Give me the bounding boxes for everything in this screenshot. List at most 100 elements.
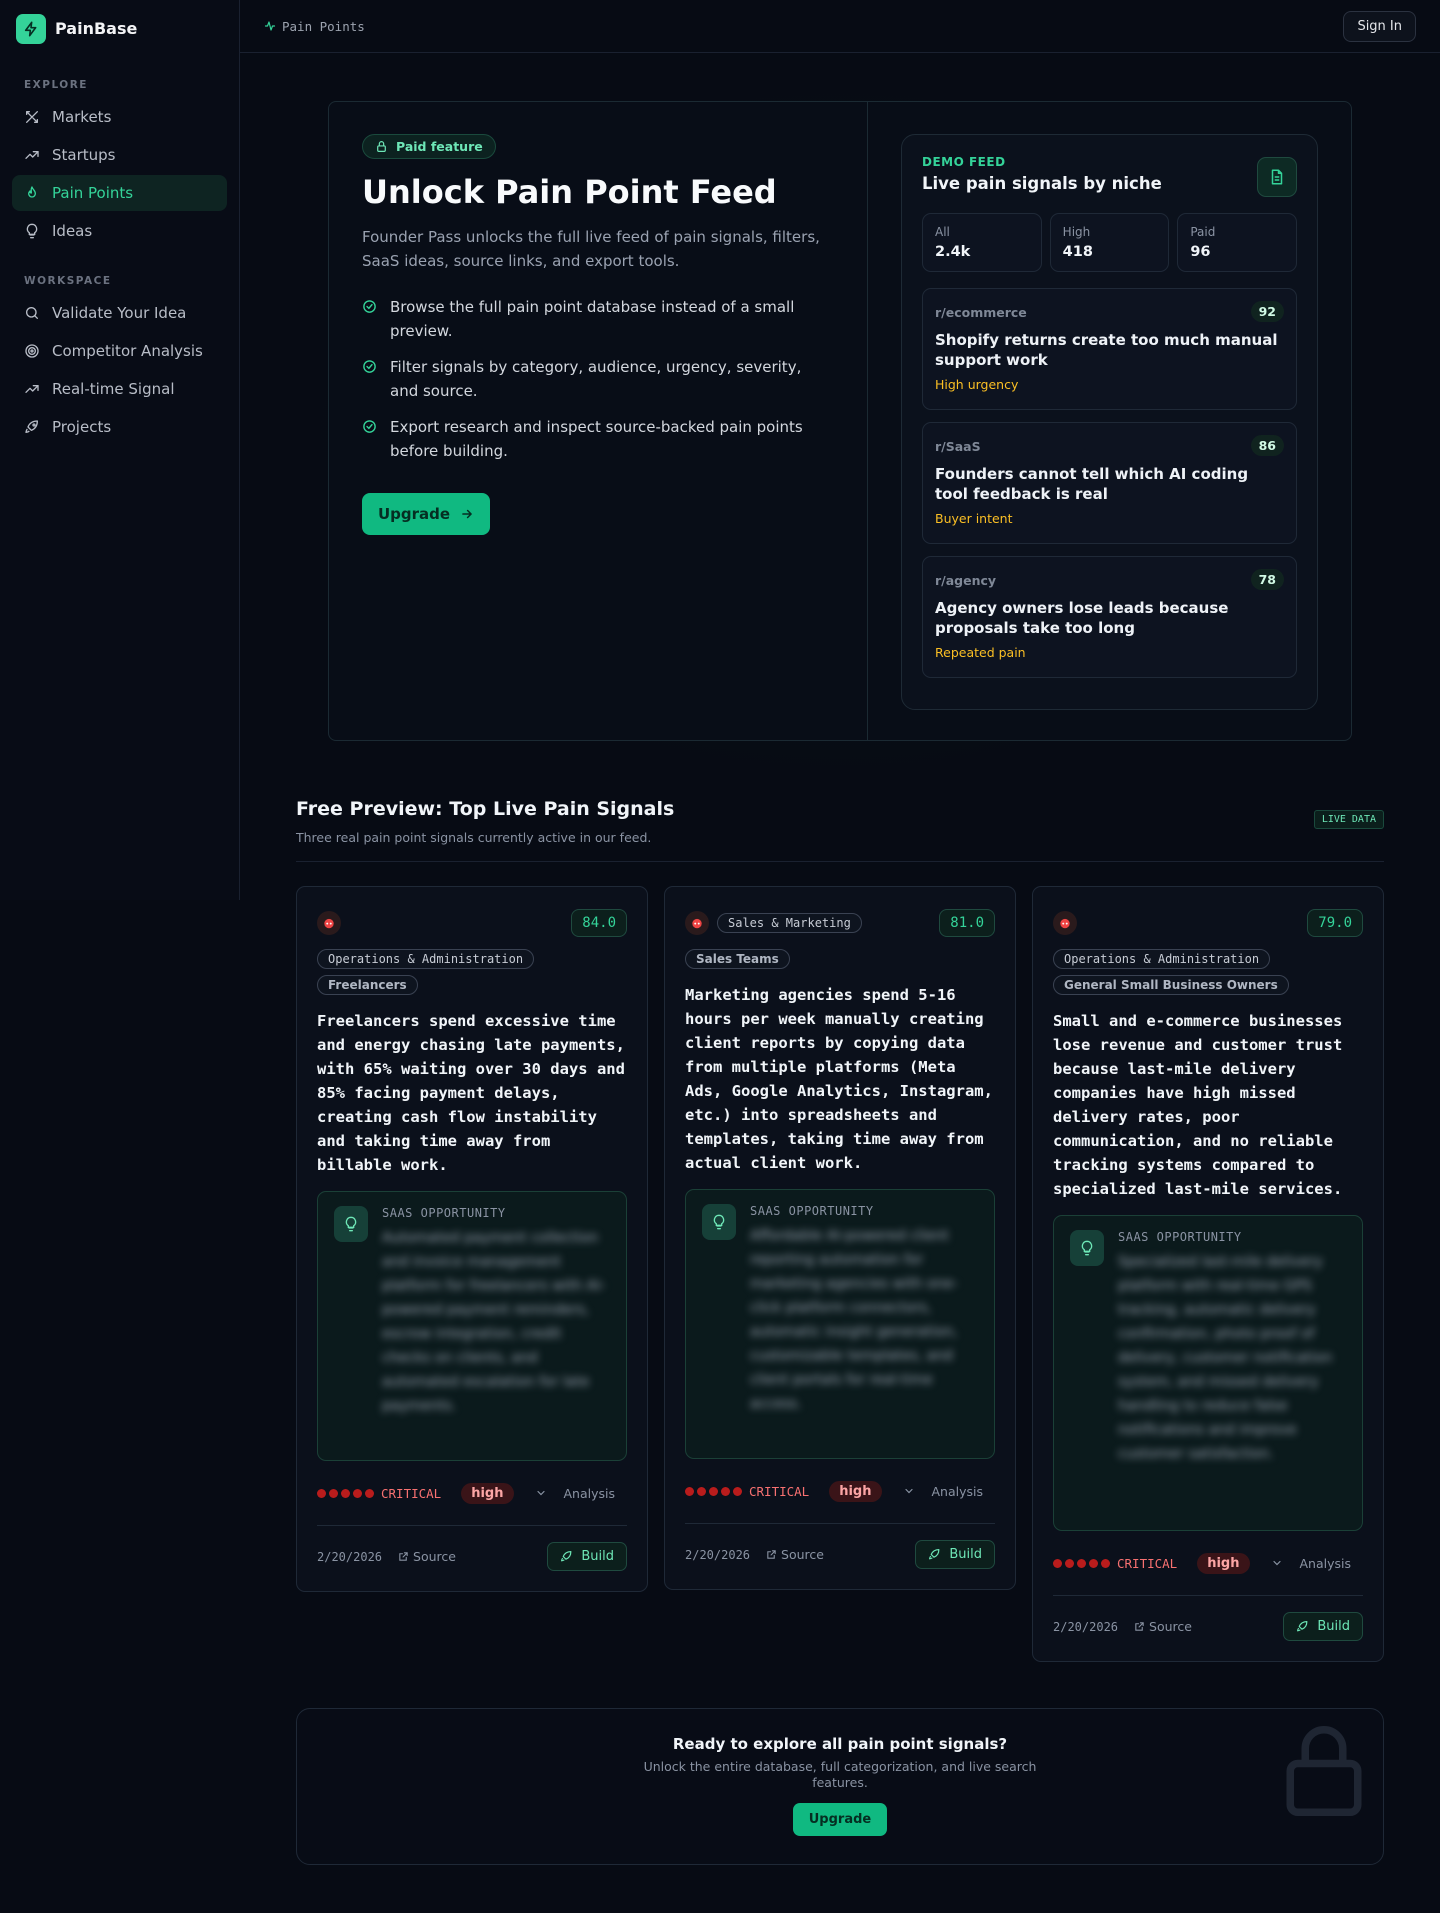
- lightbulb-icon: [334, 1206, 368, 1242]
- signal-score: 92: [1250, 301, 1284, 322]
- lightbulb-icon: [26, 223, 38, 239]
- analysis-toggle[interactable]: Analysis: [903, 1484, 983, 1499]
- opportunity-text-blurred: Automated payment collection and invoice…: [382, 1230, 606, 1414]
- lightbulb-icon: [1070, 1230, 1104, 1266]
- build-button[interactable]: Build: [915, 1540, 995, 1569]
- preview-subtitle: Three real pain point signals currently …: [296, 830, 652, 845]
- build-button[interactable]: Build: [547, 1542, 627, 1571]
- pain-card: 79.0 Operations & Administration General…: [1032, 886, 1384, 1662]
- upgrade-label: Upgrade: [378, 505, 451, 523]
- preview-header: Free Preview: Top Live Pain Signals Thre…: [296, 798, 1384, 862]
- external-link-icon: [767, 1550, 776, 1559]
- signal-tag: High urgency: [935, 377, 1019, 392]
- demo-signal: r/SaaS 86 Founders cannot tell which AI …: [922, 422, 1297, 544]
- sidebar-item-competitor[interactable]: Competitor Analysis: [12, 333, 227, 369]
- card-tags: Sales Teams: [685, 943, 995, 969]
- rocket-icon: [25, 420, 38, 433]
- page-title: Unlock Pain Point Feed: [362, 173, 777, 211]
- signal-subreddit: r/SaaS: [935, 439, 981, 454]
- opportunity-text-blurred: Affordable AI-powered client reporting a…: [750, 1228, 958, 1412]
- analysis-toggle[interactable]: Analysis: [1271, 1556, 1351, 1571]
- severity-row: CRITICAL high Analysis: [1053, 1549, 1363, 1577]
- signal-tag: Buyer intent: [935, 511, 1013, 526]
- rocket-icon: [1297, 1621, 1308, 1632]
- upgrade-button[interactable]: Upgrade: [362, 493, 491, 535]
- saas-opportunity: SAAS OPPORTUNITY Specialized last-mile d…: [1053, 1215, 1363, 1531]
- category-chip[interactable]: Sales & Marketing: [717, 913, 862, 933]
- nav-section-workspace: WORKSPACE: [24, 275, 112, 287]
- rocket-icon: [929, 1549, 940, 1560]
- target-icon: [25, 344, 39, 358]
- sidebar-item-markets[interactable]: Markets: [12, 99, 227, 135]
- check-circle-icon: [363, 420, 376, 433]
- chevron-down-icon: [905, 1488, 914, 1494]
- lock-icon: [377, 141, 386, 152]
- sign-in-button[interactable]: Sign In: [1343, 10, 1416, 42]
- sidebar-item-label: Markets: [52, 108, 112, 126]
- x-tools-icon: [26, 111, 38, 123]
- card-header: 84.0: [317, 907, 627, 939]
- pain-description: Marketing agencies spend 5-16 hours per …: [685, 986, 993, 1172]
- signal-subreddit: r/agency: [935, 573, 997, 588]
- sidebar-item-startups[interactable]: Startups: [12, 137, 227, 173]
- audience-chip[interactable]: Freelancers: [317, 975, 418, 995]
- brand-name: PainBase: [55, 19, 138, 38]
- activity-icon: [264, 21, 276, 31]
- breadcrumb: Pain Points: [264, 19, 365, 34]
- stat-value: 96: [1190, 244, 1211, 260]
- severity-dots: [685, 1486, 742, 1496]
- trending-up-icon: [25, 151, 39, 159]
- category-chip[interactable]: Operations & Administration: [1053, 949, 1271, 969]
- score-badge: 81.0: [939, 909, 995, 937]
- analysis-toggle[interactable]: Analysis: [535, 1486, 615, 1501]
- demo-stats: All 2.4k High 418 Paid 96: [922, 213, 1298, 272]
- sidebar-item-label: Startups: [52, 146, 116, 164]
- paid-feature-badge: Paid feature: [362, 134, 496, 159]
- demo-feed-column: DEMO FEED Live pain signals by niche All…: [868, 102, 1351, 740]
- severity-label: CRITICAL: [1117, 1555, 1178, 1571]
- card-footer: 2/20/2026 Source Build: [317, 1525, 627, 1571]
- demo-signal: r/ecommerce 92 Shopify returns create to…: [922, 288, 1297, 410]
- card-date: 2/20/2026: [317, 1549, 383, 1564]
- brand[interactable]: PainBase: [0, 0, 239, 57]
- flame-icon: [27, 186, 36, 198]
- audience-chip[interactable]: General Small Business Owners: [1053, 975, 1289, 995]
- card-header: 79.0: [1053, 907, 1363, 939]
- sidebar-item-ideas[interactable]: Ideas: [12, 213, 227, 249]
- cta-upgrade-button[interactable]: Upgrade: [792, 1803, 888, 1836]
- source-link[interactable]: Source: [766, 1547, 824, 1562]
- pain-card: 84.0 Operations & Administration Freelan…: [296, 886, 648, 1592]
- source-link[interactable]: Source: [1134, 1619, 1192, 1634]
- severity-row: CRITICAL high Analysis: [685, 1477, 995, 1505]
- build-button[interactable]: Build: [1283, 1612, 1363, 1641]
- source-label: Source: [413, 1549, 456, 1564]
- document-icon: [1257, 157, 1297, 197]
- paywall-panel: Paid feature Unlock Pain Point Feed Foun…: [328, 101, 1352, 741]
- trending-up-icon: [25, 385, 39, 393]
- sidebar-item-label: Ideas: [52, 222, 93, 240]
- sidebar-item-label: Validate Your Idea: [52, 304, 187, 322]
- build-label: Build: [1317, 1619, 1350, 1634]
- paywall-info: Paid feature Unlock Pain Point Feed Foun…: [329, 102, 868, 740]
- chevron-down-icon: [537, 1490, 546, 1496]
- analysis-label: Analysis: [563, 1485, 615, 1501]
- lock-icon: [1286, 1726, 1362, 1816]
- feature-item: Export research and inspect source-backe…: [362, 415, 834, 463]
- stat-value: 418: [1062, 244, 1093, 260]
- build-label: Build: [581, 1549, 614, 1564]
- reddit-icon: [1053, 911, 1077, 935]
- category-chip[interactable]: Operations & Administration: [317, 949, 535, 969]
- arrow-right-icon: [462, 509, 472, 519]
- source-link[interactable]: Source: [398, 1549, 456, 1564]
- signal-subreddit: r/ecommerce: [935, 305, 1027, 320]
- card-tags: Operations & Administration Freelancers: [317, 943, 627, 995]
- stat-label: All: [935, 225, 950, 239]
- card-tags: Operations & Administration General Smal…: [1053, 943, 1363, 995]
- sidebar-item-realtime[interactable]: Real-time Signal: [12, 371, 227, 407]
- bolt-icon: [16, 13, 46, 44]
- sidebar-item-pain-points[interactable]: Pain Points: [12, 175, 227, 211]
- sidebar-item-projects[interactable]: Projects: [12, 409, 227, 445]
- audience-chip[interactable]: Sales Teams: [685, 949, 790, 969]
- sidebar-item-validate[interactable]: Validate Your Idea: [12, 295, 227, 331]
- demo-feed-tag: DEMO FEED: [922, 155, 1006, 169]
